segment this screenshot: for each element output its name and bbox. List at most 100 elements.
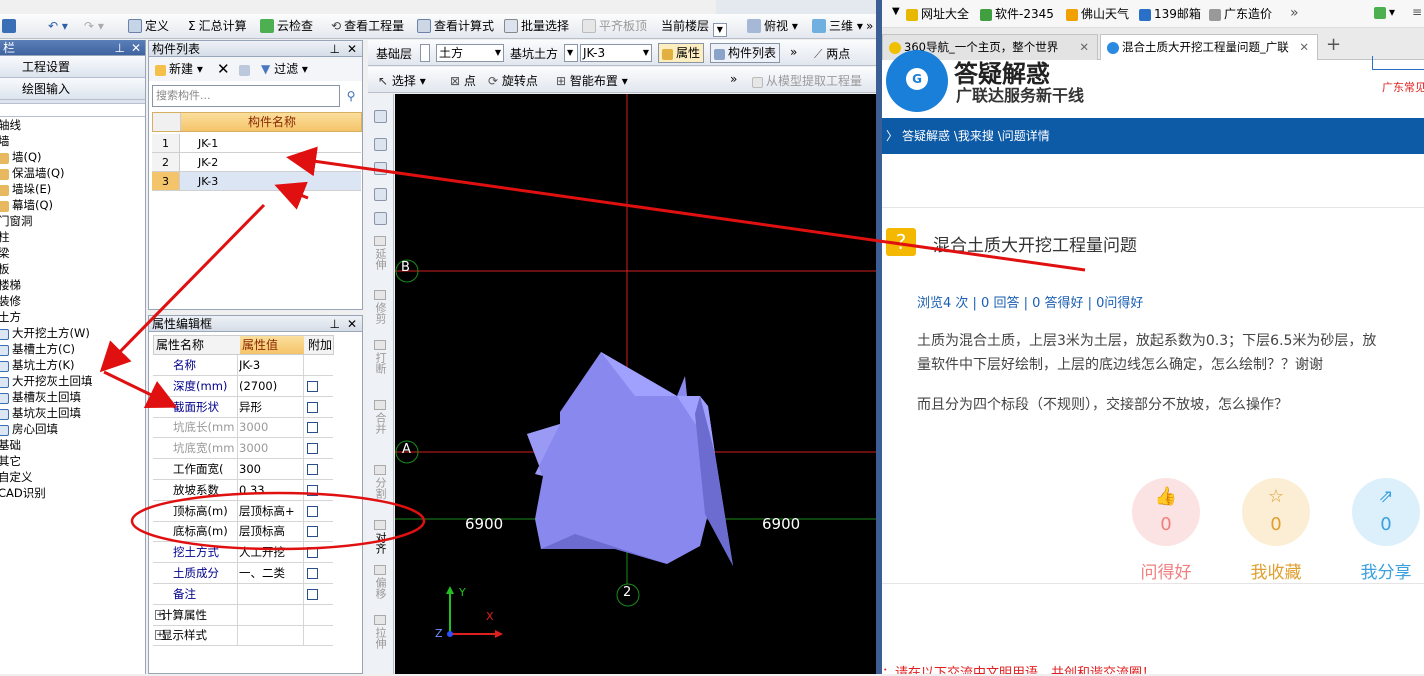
stat-0[interactable]: 👍 0 问得好 — [1132, 478, 1200, 583]
top-view-button[interactable]: 俯视 ▾ — [745, 14, 798, 38]
save-icon[interactable] — [0, 14, 19, 38]
property-checkbox[interactable] — [307, 505, 318, 517]
property-row[interactable]: 挖土方式 人工开挖 — [153, 542, 333, 564]
view-quantity-button[interactable]: ⟲ 查看工程量 — [329, 14, 404, 38]
property-row[interactable]: + 计算属性 — [153, 604, 333, 626]
vtool-top-icon[interactable] — [374, 188, 387, 201]
vtool-1[interactable]: 修剪 — [368, 290, 392, 324]
tree-item[interactable]: 自定义 — [0, 469, 33, 485]
redo-icon[interactable]: ↷ ▾ — [82, 14, 104, 38]
drawing-canvas[interactable]: B A 2 6900 6900 X Y Z — [395, 94, 876, 674]
tree-item[interactable]: 保温墙(Q) — [0, 165, 65, 181]
search-icon[interactable]: ⚲ — [341, 85, 361, 107]
point-button[interactable]: ⊠ 点 — [450, 72, 476, 89]
component-list-button[interactable]: 构件列表 — [710, 43, 781, 63]
tree-item[interactable]: 土方 — [0, 309, 21, 325]
vtool-4[interactable]: 分割 — [368, 465, 392, 499]
define-button[interactable]: 定义 — [126, 14, 169, 38]
property-row[interactable]: 土质成分 一、二类 — [153, 563, 333, 584]
property-value[interactable]: 300 — [239, 459, 301, 480]
property-row[interactable]: 深度(mm) (2700) — [153, 375, 333, 397]
tree-item[interactable]: 基坑土方(K) — [0, 357, 75, 373]
cloud-check-button[interactable]: 云检查 — [258, 14, 313, 38]
undo-icon[interactable]: ↶ ▾ — [46, 14, 68, 38]
tree-item[interactable]: 幕墙(Q) — [0, 197, 53, 213]
component-row[interactable]: 3 JK-3 — [152, 172, 361, 191]
property-value[interactable]: 层顶标高+ — [239, 501, 301, 522]
tree-item[interactable]: CAD识别 — [0, 485, 46, 501]
stat-1[interactable]: ☆ 0 我收藏 — [1242, 478, 1310, 583]
tree-item[interactable]: 其它 — [0, 453, 21, 469]
component-row[interactable]: 1 JK-1 — [152, 134, 361, 153]
stat-2[interactable]: ⇗ 0 我分享 — [1352, 478, 1420, 583]
more-bookmarks-icon[interactable]: » — [1290, 5, 1299, 21]
component-select[interactable]: JK-3 ▼ — [580, 44, 652, 62]
search-input[interactable]: 搜索构件... — [152, 85, 340, 107]
batch-select-button[interactable]: 批量选择 — [502, 14, 569, 38]
drawing-input-button[interactable]: 绘图输入 — [0, 78, 145, 100]
property-row[interactable]: + 显示样式 — [153, 625, 333, 647]
category-select[interactable]: 土方 ▼ — [436, 44, 504, 62]
close-tab-icon[interactable]: ✕ — [1299, 35, 1309, 59]
tree-item[interactable]: 板 — [0, 261, 10, 277]
component-row[interactable]: 2 JK-2 — [152, 153, 361, 172]
property-value[interactable]: 层顶标高 — [239, 521, 301, 542]
property-value[interactable]: 一、二类 — [239, 563, 301, 584]
tree-item[interactable]: 大开挖土方(W) — [0, 325, 90, 341]
vtool-top-icon[interactable] — [374, 212, 387, 225]
tree-item[interactable]: 基槽灰土回填 — [0, 389, 81, 405]
tree-item[interactable]: 墙(Q) — [0, 149, 42, 165]
tree-item[interactable]: 基础 — [0, 437, 21, 453]
property-checkbox[interactable] — [307, 401, 318, 413]
tree-item[interactable]: 基槽土方(C) — [0, 341, 75, 357]
tab-question[interactable]: 混合土质大开挖工程量问题_广联 ✕ — [1100, 34, 1318, 60]
property-row[interactable]: 备注 — [153, 583, 333, 605]
property-value[interactable]: 3000 — [239, 438, 301, 459]
tree-item[interactable]: 柱 — [0, 229, 10, 245]
close-icon[interactable]: ✕ — [131, 40, 141, 56]
close-tab-icon[interactable]: ✕ — [1079, 35, 1089, 59]
property-row[interactable]: 坑底宽(mm) 3000 — [153, 438, 333, 460]
filter-button[interactable]: ▼ 过滤 ▾ — [261, 57, 308, 81]
property-checkbox[interactable] — [307, 484, 318, 496]
close-icon[interactable]: ✕ — [347, 316, 357, 332]
tree-item[interactable]: 装修 — [0, 293, 21, 309]
vtool-3[interactable]: 合并 — [368, 400, 392, 434]
property-row[interactable]: 坑底长(mm) 3000 — [153, 417, 333, 439]
apps-icon[interactable]: ▾ — [1374, 5, 1395, 19]
vtool-top-icon[interactable] — [374, 138, 387, 151]
property-row[interactable]: 底标高(m) 层顶标高 — [153, 521, 333, 543]
tree-item[interactable]: 墙垛(E) — [0, 181, 51, 197]
property-value[interactable]: 3000 — [239, 417, 301, 438]
vtool-2[interactable]: 打断 — [368, 340, 392, 374]
smart-layout-button[interactable]: ⊞ 智能布置 ▾ — [556, 72, 628, 89]
property-value[interactable]: 人工开挖 — [239, 542, 301, 563]
vtool-top-icon[interactable] — [374, 162, 387, 175]
two-points-button[interactable]: ⟋ 两点 — [814, 45, 850, 62]
property-checkbox[interactable] — [307, 422, 318, 434]
tree-item[interactable]: 梁 — [0, 245, 10, 261]
sum-calc-button[interactable]: Σ 汇总计算 — [186, 14, 247, 38]
property-checkbox[interactable] — [307, 526, 318, 538]
vtool-0[interactable]: 延伸 — [368, 236, 392, 270]
properties-button[interactable]: 属性 — [658, 43, 705, 63]
close-icon[interactable]: ✕ — [347, 41, 357, 57]
vtool-7[interactable]: 拉伸 — [368, 615, 392, 649]
select-button[interactable]: ↖ 选择 ▾ — [378, 72, 426, 89]
tree-item[interactable]: 墙 — [0, 133, 10, 149]
type-select[interactable]: ▼ — [564, 44, 578, 62]
property-row[interactable]: 截面形状 异形 — [153, 396, 333, 418]
bookmark-item[interactable]: 广东造价 — [1209, 5, 1272, 22]
property-row[interactable]: 放坡系数 0.33 — [153, 479, 333, 501]
property-checkbox[interactable] — [307, 568, 318, 579]
tree-item[interactable]: 门窗洞 — [0, 213, 33, 229]
property-row[interactable]: 名称 JK-3 — [153, 355, 333, 376]
tree-item[interactable]: 大开挖灰土回填 — [0, 373, 93, 389]
level-slab-button[interactable]: 平齐板顶 — [580, 14, 647, 38]
property-value[interactable]: 异形 — [239, 397, 301, 418]
tree-item[interactable]: 基坑灰土回填 — [0, 405, 81, 421]
vtool-6[interactable]: 偏移 — [368, 565, 392, 599]
tree-item[interactable]: 房心回填 — [0, 421, 58, 437]
property-row[interactable]: 顶标高(m) 层顶标高+ — [153, 500, 333, 522]
vtool-5[interactable]: 对齐 — [368, 520, 392, 554]
